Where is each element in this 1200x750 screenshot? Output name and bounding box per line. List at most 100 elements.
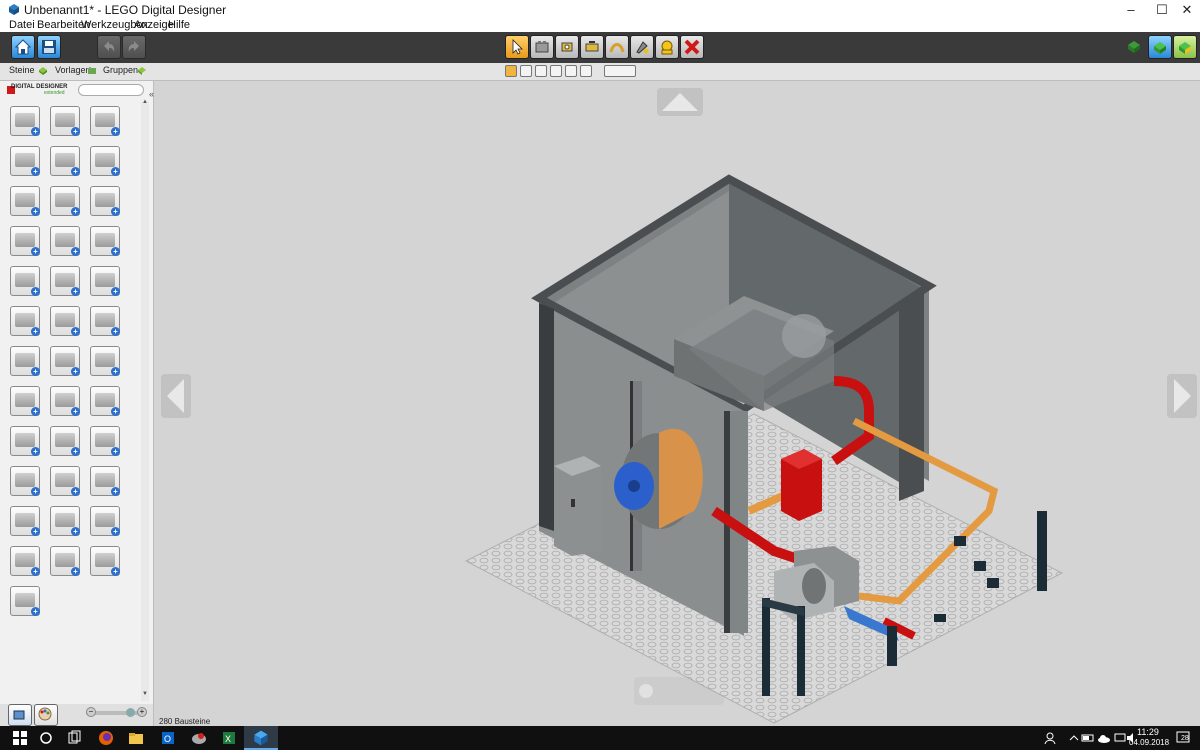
misc-app-icon[interactable] (191, 730, 207, 746)
brick-category-button[interactable]: + (10, 386, 40, 416)
build-mode-button[interactable] (1123, 35, 1147, 59)
brick-category-button[interactable]: + (90, 346, 120, 376)
brick-category-button[interactable]: + (50, 226, 80, 256)
hide-tool-button[interactable] (655, 35, 679, 59)
brick-category-button[interactable]: + (10, 146, 40, 176)
pick-color-button[interactable] (604, 65, 636, 77)
hinge-tool-button[interactable] (555, 35, 579, 59)
building-guide-mode-button[interactable] (1173, 35, 1197, 59)
battery-icon[interactable] (1080, 730, 1096, 746)
brick-category-button[interactable]: + (90, 426, 120, 456)
3d-viewport[interactable] (154, 81, 1200, 726)
brick-category-button[interactable]: + (90, 386, 120, 416)
scroll-up-icon[interactable]: ▲ (142, 99, 148, 105)
brick-category-button[interactable]: + (50, 146, 80, 176)
brick-category-button[interactable]: + (50, 386, 80, 416)
select-single-button[interactable] (505, 65, 517, 77)
brick-category-button[interactable]: + (10, 266, 40, 296)
tab-steine[interactable]: Steine (9, 65, 35, 75)
clone-tool-button[interactable] (530, 35, 554, 59)
tab-vorlagen[interactable]: Vorlagen (55, 65, 91, 75)
hinge-align-tool-button[interactable] (580, 35, 604, 59)
brick-category-button[interactable]: + (10, 466, 40, 496)
clock-time[interactable]: 11:29 (1137, 727, 1159, 737)
brick-category-button[interactable]: + (90, 266, 120, 296)
brick-category-button[interactable]: + (90, 226, 120, 256)
action-center-button[interactable]: 28 (1175, 730, 1191, 746)
rounded-brick-icon (15, 193, 35, 207)
scroll-down-icon[interactable]: ▼ (142, 691, 148, 697)
save-button[interactable] (37, 35, 61, 59)
select-same-shape-button[interactable] (550, 65, 562, 77)
ldd-taskbar-button[interactable] (244, 726, 278, 750)
animal-icon (15, 593, 35, 607)
brick-count-label: 280 Bausteine (159, 717, 211, 726)
connector-icon (15, 353, 35, 367)
brick-category-button[interactable]: + (50, 306, 80, 336)
brick-category-button[interactable]: + (50, 506, 80, 536)
menu-hilfe[interactable]: Hilfe (168, 19, 190, 32)
palette-scrollbar[interactable] (141, 101, 149, 701)
brick-category-button[interactable]: + (10, 106, 40, 136)
firefox-icon[interactable] (98, 730, 114, 746)
clock-date[interactable]: 04.09.2018 (1129, 738, 1169, 747)
brick-category-button[interactable]: + (10, 506, 40, 536)
menu-datei[interactable]: Datei (9, 19, 35, 32)
camera-up-arrow[interactable] (657, 88, 703, 116)
close-button[interactable]: ✕ (1164, 0, 1200, 19)
brick-category-button[interactable]: + (90, 546, 120, 576)
select-connected-button[interactable] (520, 65, 532, 77)
technic-brick-icon (55, 273, 75, 287)
home-button[interactable] (11, 35, 35, 59)
select-same-color-button[interactable] (535, 65, 547, 77)
brick-category-button[interactable]: + (10, 346, 40, 376)
brick-category-button[interactable]: + (50, 346, 80, 376)
brick-category-button[interactable]: + (50, 426, 80, 456)
add-icon: + (71, 287, 80, 296)
brick-category-button[interactable]: + (10, 546, 40, 576)
camera-left-arrow[interactable] (161, 374, 191, 418)
zoom-slider-handle[interactable] (126, 708, 135, 717)
brick-category-button[interactable]: + (10, 186, 40, 216)
redo-button[interactable] (122, 35, 146, 59)
delete-tool-button[interactable] (680, 35, 704, 59)
undo-button[interactable] (97, 35, 121, 59)
zoom-in-button[interactable]: + (137, 707, 147, 717)
brick-category-button[interactable]: + (50, 546, 80, 576)
brick-category-button[interactable]: + (10, 586, 40, 616)
people-icon[interactable] (1044, 730, 1060, 746)
search-icon[interactable] (38, 730, 54, 746)
brick-category-button[interactable]: + (10, 426, 40, 456)
brick-category-button[interactable]: + (90, 506, 120, 536)
add-icon: + (111, 247, 120, 256)
brick-category-button[interactable]: + (10, 306, 40, 336)
brick-palette-view-button[interactable] (8, 704, 32, 726)
outlook-icon[interactable]: O (160, 730, 176, 746)
brick-category-button[interactable]: + (90, 306, 120, 336)
brick-category-button[interactable]: + (90, 146, 120, 176)
cloud-icon[interactable] (1096, 730, 1112, 746)
zoom-out-button[interactable]: − (86, 707, 96, 717)
brick-category-button[interactable]: + (10, 226, 40, 256)
brick-category-button[interactable]: + (90, 186, 120, 216)
brick-category-button[interactable]: + (50, 266, 80, 296)
file-explorer-icon[interactable] (128, 730, 144, 746)
select-same-color-shape-button[interactable] (565, 65, 577, 77)
windows-start-icon[interactable] (12, 730, 28, 746)
paint-tool-button[interactable] (630, 35, 654, 59)
select-invert-button[interactable] (580, 65, 592, 77)
excel-icon[interactable]: X (221, 730, 237, 746)
select-tool-button[interactable] (505, 35, 529, 59)
brick-category-button[interactable]: + (90, 106, 120, 136)
brick-search-input[interactable] (78, 84, 144, 96)
brick-category-button[interactable]: + (90, 466, 120, 496)
brick-category-button[interactable]: + (50, 106, 80, 136)
brick-category-button[interactable]: + (50, 186, 80, 216)
camera-right-arrow[interactable] (1167, 374, 1197, 418)
view-mode-button[interactable] (1148, 35, 1172, 59)
tab-gruppen[interactable]: Gruppen (103, 65, 138, 75)
flex-tool-button[interactable] (605, 35, 629, 59)
brick-category-button[interactable]: + (50, 466, 80, 496)
color-palette-button[interactable] (34, 704, 58, 726)
task-view-icon[interactable] (66, 730, 82, 746)
